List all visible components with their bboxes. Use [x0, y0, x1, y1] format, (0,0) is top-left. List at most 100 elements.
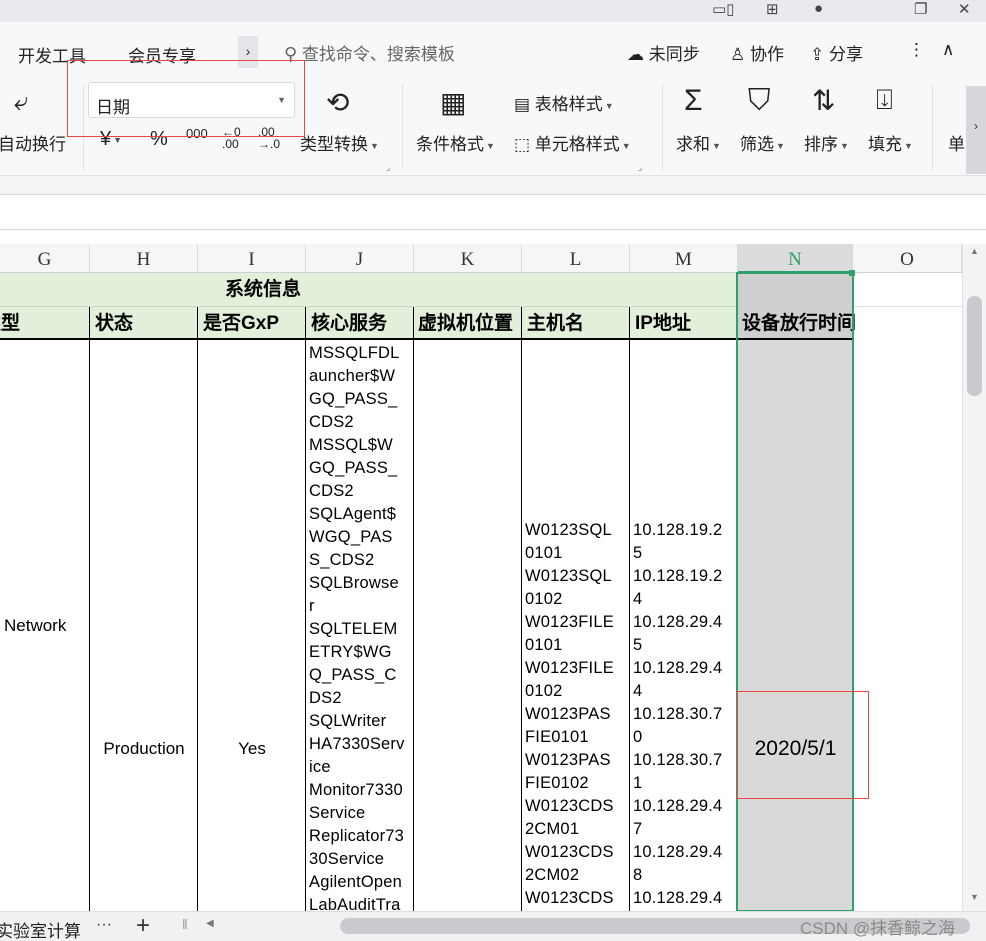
tab-splitter-icon[interactable]: ‖ [182, 916, 188, 932]
col-header-g[interactable]: G [0, 244, 90, 273]
type-convert-label: 类型转换 [300, 135, 368, 154]
avatar[interactable]: ● [814, 0, 823, 17]
service-line: ETRY$WG [309, 643, 392, 661]
scroll-down-icon[interactable]: ▼ [970, 892, 979, 902]
cell-ips[interactable]: 10.128.19.2 5 10.128.19.2 4 10.128.29.4 5 10.1… [630, 340, 738, 911]
sum-button[interactable]: 求和 ▼ [676, 130, 721, 155]
fill-icon[interactable]: ⍗ [876, 84, 893, 117]
more-options-icon[interactable]: ⋮ [908, 40, 925, 60]
header-hostname[interactable]: 主机名 [522, 307, 630, 340]
table-style-button[interactable]: ▤ 表格样式 ▼ [514, 90, 614, 115]
col-header-i[interactable]: I [198, 244, 306, 273]
col-header-n[interactable]: N [738, 244, 853, 273]
share-label: 分享 [828, 45, 863, 64]
column-header-row: G H I J K L M N O [0, 244, 962, 273]
formula-input[interactable] [0, 194, 986, 230]
sort-label: 排序 [804, 135, 838, 154]
collab-button[interactable]: ♙ 协作 [730, 40, 784, 65]
ip-line: 0 [633, 728, 643, 746]
hostname-line: W0123FILE [525, 613, 614, 631]
sheet-tab-active[interactable]: 实验室计算机 [0, 917, 80, 941]
layout-icon[interactable]: ▭▯ [712, 0, 734, 18]
cell-o-1[interactable] [853, 273, 962, 307]
scroll-up-icon[interactable]: ▲ [970, 246, 979, 256]
filter-icon[interactable]: ⛉ [748, 84, 771, 118]
group-launcher-icon[interactable]: ⌟ [638, 162, 642, 173]
hostname-line: 0102 [525, 682, 563, 700]
add-sheet-icon[interactable]: + [136, 912, 150, 940]
col-header-o[interactable]: O [853, 244, 962, 273]
cell-vm-location[interactable] [414, 340, 522, 911]
cell-button-partial[interactable]: 单 [948, 130, 965, 155]
grid-view-icon[interactable]: ⊞ [766, 0, 779, 18]
sum-icon[interactable]: Σ [684, 84, 703, 118]
col-header-l[interactable]: L [522, 244, 630, 273]
group-header-cell[interactable]: 系统信息 [0, 273, 738, 307]
service-line: 30Service [309, 850, 385, 868]
wrap-text-icon[interactable]: ⤶ [14, 86, 29, 118]
header-type[interactable]: 类型 [0, 307, 90, 340]
cell-style-label: 单元格样式 [534, 135, 620, 154]
header-core-services[interactable]: 核心服务 [306, 307, 414, 340]
grid-line [737, 340, 738, 911]
header-status[interactable]: 状态 [90, 307, 198, 340]
scroll-left-icon[interactable]: ◀ [206, 918, 214, 929]
share-icon: ⇪ [810, 45, 825, 64]
type-convert-button[interactable]: 类型转换 ▼ [300, 130, 379, 155]
service-line: auncher$W [309, 367, 396, 385]
fill-button[interactable]: 填充 ▼ [868, 130, 913, 155]
sort-icon[interactable]: ⇅ [812, 84, 835, 117]
header-vm-location[interactable]: 虚拟机位置 [414, 307, 522, 340]
formula-bar [0, 176, 986, 231]
service-line: GQ_PASS_ [309, 459, 398, 477]
col-header-m[interactable]: M [630, 244, 738, 273]
restore-icon[interactable]: ❐ [914, 0, 927, 18]
type-convert-icon[interactable]: ⟲ [326, 86, 349, 119]
ribbon-divider [932, 84, 933, 170]
collab-label: 协作 [749, 45, 784, 64]
ribbon-scroll-right-icon[interactable]: › [966, 86, 986, 174]
table-style-icon: ▤ [514, 95, 531, 114]
sort-button[interactable]: 排序 ▼ [804, 130, 849, 155]
conditional-format-button[interactable]: 条件格式 ▼ [416, 130, 495, 155]
close-icon[interactable]: ✕ [958, 0, 971, 18]
grid-line [89, 340, 90, 911]
share-button[interactable]: ⇪ 分享 [810, 40, 863, 65]
sheet-tab-bar: 实验室计算机 ··· + ‖ ◀ CSDN @抹香鲸之海 [0, 911, 986, 941]
conditional-format-icon[interactable]: ▦ [440, 86, 466, 119]
col-header-j[interactable]: J [306, 244, 414, 273]
sync-button[interactable]: ☁ 未同步 [627, 40, 700, 65]
group-launcher-icon[interactable]: ⌟ [386, 162, 390, 173]
header-release-time[interactable]: 设备放行时间 [738, 307, 856, 340]
col-header-k[interactable]: K [414, 244, 522, 273]
cell-hostnames[interactable]: W0123SQL 0101 W0123SQL 0102 W0123FILE 0101 W01… [522, 340, 630, 911]
col-header-h[interactable]: H [90, 244, 198, 273]
hostname-line: 0101 [525, 544, 563, 562]
cell-gxp[interactable]: Yes [198, 340, 306, 911]
header-ip[interactable]: IP地址 [630, 307, 738, 340]
group-header-n[interactable] [738, 273, 853, 307]
cell-release-date[interactable]: 2020/5/1 [738, 340, 853, 911]
header-gxp[interactable]: 是否GxP [198, 307, 306, 340]
vertical-scroll-thumb[interactable] [967, 296, 982, 396]
ip-line: 10.128.19.2 [633, 521, 723, 539]
service-line: MSSQL$W [309, 436, 393, 454]
fill-handle[interactable] [849, 270, 855, 276]
service-line: Monitor7330 [309, 781, 403, 799]
wrap-text-label[interactable]: 自动换行 [0, 130, 66, 155]
filter-button[interactable]: 筛选 ▼ [740, 130, 785, 155]
service-line: SQLAgent$ [309, 505, 397, 523]
cell-type[interactable]: Network [0, 340, 90, 911]
vertical-scrollbar[interactable]: ▲ ▼ [962, 244, 986, 911]
cell-status[interactable]: Production [90, 340, 198, 911]
header-type-label: 类型 [0, 313, 21, 334]
cell-style-button[interactable]: ⬚ 单元格样式 ▼ [514, 130, 631, 155]
search-commands[interactable]: ⚲ 查找命令、搜索模板 [284, 40, 455, 65]
service-line: SQLTELEM [309, 620, 398, 638]
cell-core-services[interactable]: MSSQLFDL auncher$W GQ_PASS_ CDS2 MSSQL$W GQ_P… [306, 340, 414, 911]
collapse-ribbon-icon[interactable]: ∧ [942, 40, 954, 60]
ip-line: 1 [633, 774, 643, 792]
ribbon-divider [662, 84, 663, 170]
grid-line [197, 340, 198, 911]
more-sheets-icon[interactable]: ··· [96, 916, 112, 934]
